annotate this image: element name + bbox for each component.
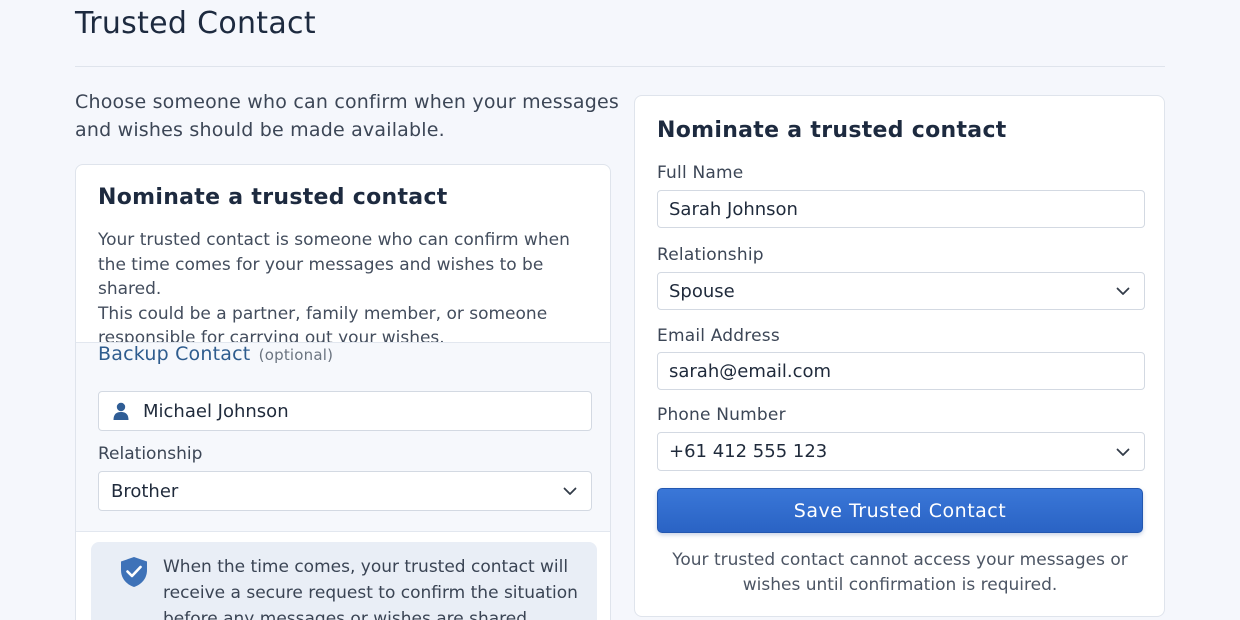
nominate-card-form: Nominate a trusted contact Full Name Sar… (634, 95, 1165, 617)
backup-relationship-value: Brother (111, 480, 179, 502)
optional-tag: (optional) (258, 346, 334, 364)
relationship-label: Relationship (657, 245, 764, 265)
relationship-select[interactable]: Spouse (657, 272, 1145, 310)
notice-text: When the time comes, your trusted contac… (163, 557, 578, 620)
full-name-value: Sarah Johnson (669, 198, 798, 220)
left-card-heading: Nominate a trusted contact (98, 185, 448, 210)
backup-contact-label: Backup Contact (98, 343, 251, 365)
chevron-down-icon (1116, 287, 1130, 295)
backup-name-input[interactable]: Michael Johnson (98, 391, 592, 431)
person-icon (113, 402, 129, 420)
left-card-description: Your trusted contact is someone who can … (98, 228, 598, 351)
backup-contact-title: Backup Contact (optional) (98, 343, 333, 365)
form-heading: Nominate a trusted contact (657, 118, 1007, 143)
email-input[interactable]: sarah@email.com (657, 352, 1145, 390)
description-paragraph-1: Your trusted contact is someone who can … (98, 230, 570, 299)
backup-relationship-select[interactable]: Brother (98, 471, 592, 511)
backup-name-value: Michael Johnson (143, 400, 289, 422)
backup-relationship-label: Relationship (98, 444, 203, 464)
email-value: sarah@email.com (669, 360, 832, 382)
relationship-value: Spouse (669, 280, 735, 302)
confirmation-notice: When the time comes, your trusted contac… (91, 542, 597, 620)
chevron-down-icon (563, 487, 577, 495)
phone-value: +61 412 555 123 (669, 441, 828, 462)
page-intro: Choose someone who can confirm when your… (75, 91, 620, 141)
phone-label: Phone Number (657, 405, 786, 425)
phone-input[interactable]: +61 412 555 123 (657, 432, 1145, 471)
shield-check-icon (121, 557, 147, 587)
page-title: Trusted Contact (75, 6, 316, 41)
access-footnote: Your trusted contact cannot access your … (672, 550, 1128, 595)
nominate-card-left: Nominate a trusted contact Your trusted … (75, 164, 611, 620)
full-name-input[interactable]: Sarah Johnson (657, 190, 1145, 228)
save-trusted-contact-button[interactable]: Save Trusted Contact (657, 488, 1143, 533)
full-name-label: Full Name (657, 163, 744, 183)
chevron-down-icon (1116, 448, 1130, 456)
title-divider (75, 66, 1165, 67)
email-label: Email Address (657, 326, 780, 346)
